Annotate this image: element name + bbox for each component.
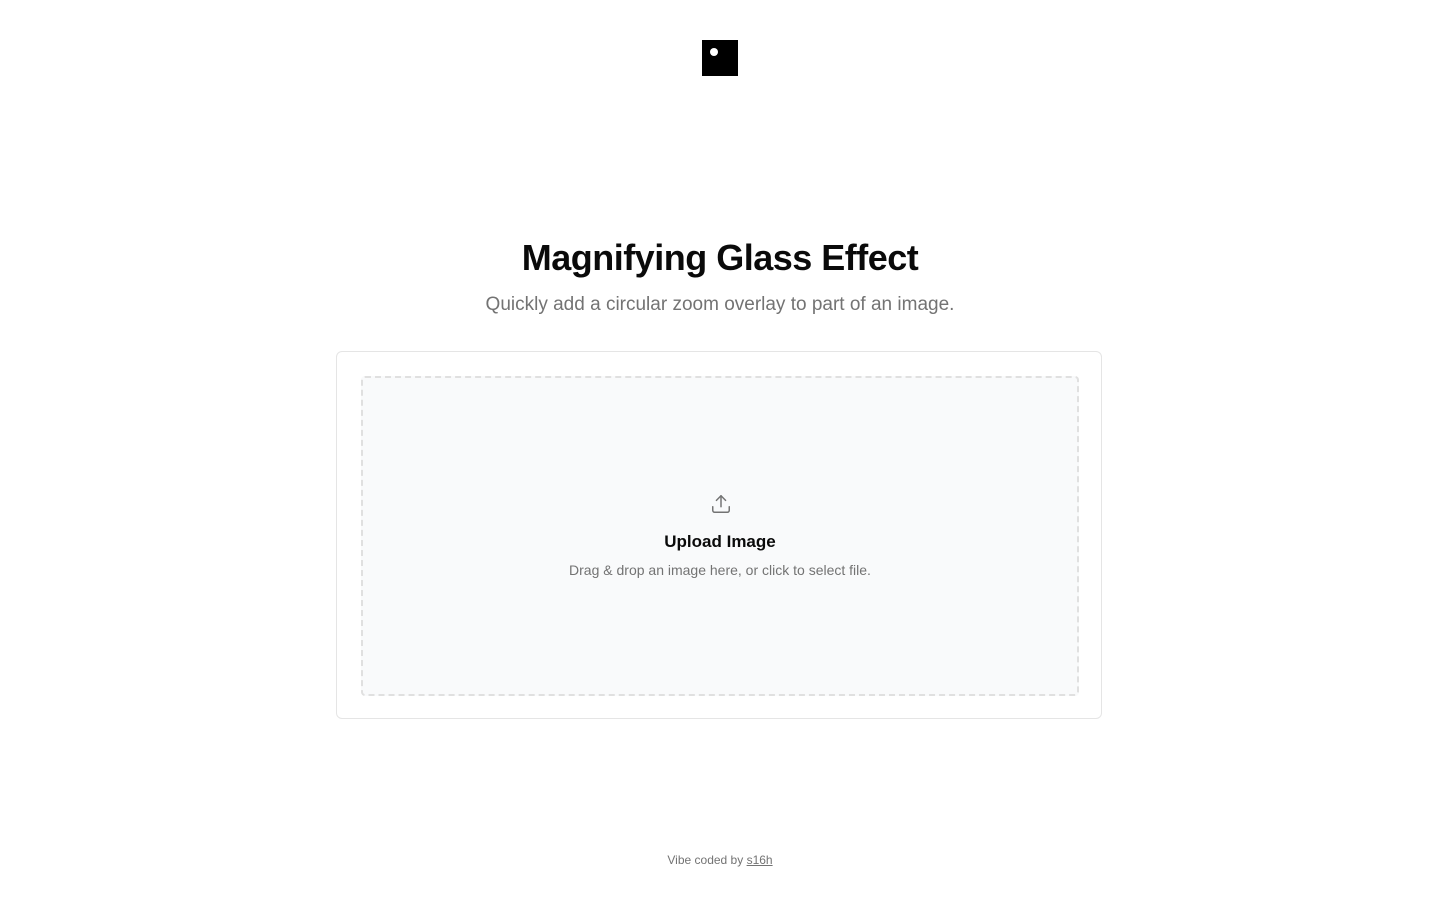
upload-title: Upload Image (664, 532, 776, 551)
footer: Vibe coded by s16h (0, 851, 1440, 869)
square-logo-icon[interactable] (702, 40, 738, 76)
page-title: Magnifying Glass Effect (521, 237, 919, 278)
page-subtitle: Quickly add a circular zoom overlay to p… (485, 294, 955, 315)
logo-dot (710, 48, 718, 56)
footer-prefix: Vibe coded by (667, 853, 744, 867)
page: Magnifying Glass Effect Quickly add a ci… (0, 0, 1440, 900)
author-link[interactable]: s16h (747, 853, 773, 867)
upload-dropzone[interactable]: Upload Image Drag & drop an image here, … (361, 376, 1079, 696)
upload-icon (712, 495, 730, 513)
upload-hint: Drag & drop an image here, or click to s… (569, 562, 871, 578)
upload-card: Upload Image Drag & drop an image here, … (336, 351, 1102, 719)
